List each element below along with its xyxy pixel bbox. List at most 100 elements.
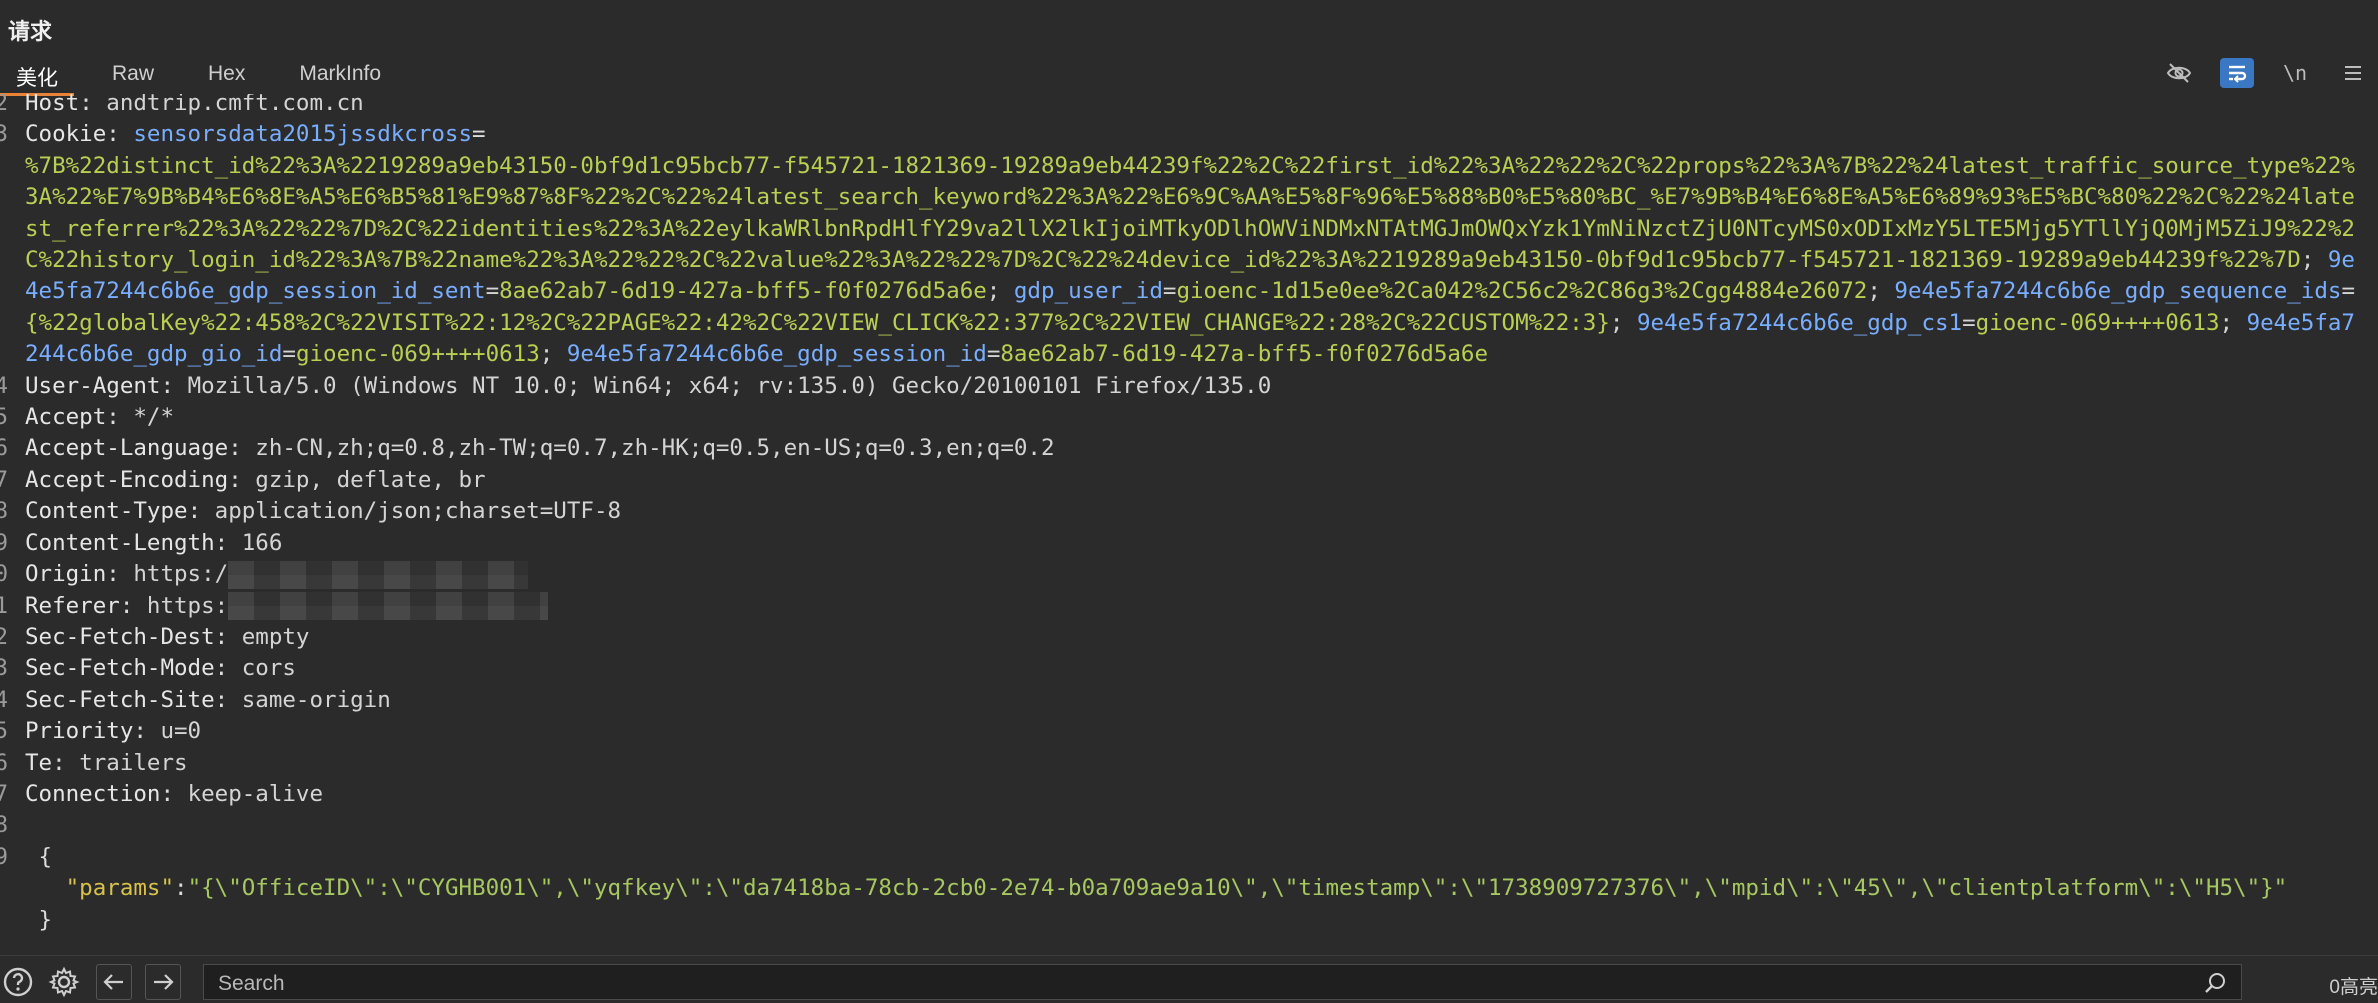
search-input[interactable] <box>216 969 2180 999</box>
header-name: Te <box>25 749 53 776</box>
json-brace-open: { <box>38 843 53 870</box>
wrap-icon[interactable] <box>2220 58 2254 88</box>
menu-icon[interactable] <box>2336 58 2370 88</box>
cookie-value: gioenc-1d15e0ee%2Ca042%2C56c2%2C86g3%2Cg… <box>1176 278 1868 305</box>
header-name: Sec-Fetch-Site <box>25 686 215 713</box>
code-line: 5 Priority: u=0 <box>0 716 2378 747</box>
code-line: "params":"{\"OfficeID\":\"CYGHB001\",\"y… <box>65 875 2288 902</box>
code-line: 2 Host: andtrip.cmft.com.cn <box>0 94 2378 119</box>
line-number: 5 <box>0 718 8 745</box>
header-name: Priority <box>25 718 134 745</box>
line-number: 7 <box>0 466 8 493</box>
cookie-value: gioenc-069++++0613 <box>295 341 540 368</box>
highlight-count: 0高亮 <box>2329 977 2378 998</box>
header-name: Accept <box>25 404 107 431</box>
header-name: Content-Type <box>25 498 188 525</box>
header-name: Referer <box>25 592 120 619</box>
header-value: https: <box>146 592 229 619</box>
newline-icon[interactable]: \n <box>2278 58 2312 88</box>
header-value: */* <box>133 404 175 431</box>
code-line: 7 Connection: keep-alive <box>0 779 2378 810</box>
header-value: empty <box>241 623 310 650</box>
search-bar: 0高亮 <box>0 955 2378 1003</box>
forward-arrow-icon[interactable] <box>145 964 181 1000</box>
header-value: cors <box>241 655 296 682</box>
line-number: 2 <box>0 94 8 116</box>
header-value: 166 <box>241 529 283 556</box>
cookie-value-block: %7B%22distinct_id%22%3A%2219289a9eb43150… <box>25 152 2355 368</box>
header-name: User-Agent <box>25 372 161 399</box>
header-name: Connection <box>25 780 161 807</box>
redacted-region <box>228 592 549 620</box>
json-key: "params" <box>65 875 175 902</box>
cookie-name: 9e4e5fa7244c6b6e_gdp_session_id <box>566 341 987 368</box>
header-value: gzip, deflate, br <box>255 466 486 493</box>
code-line: 6 Accept-Language: zh-CN,zh;q=0.8,zh-TW;… <box>0 433 2378 464</box>
header-name: Accept-Encoding <box>25 466 229 493</box>
line-number: 3 <box>0 655 8 682</box>
cookie-name: 9e4e5fa7244c6b6e_gdp_cs1 <box>1637 309 1963 336</box>
header-value: trailers <box>79 749 188 776</box>
header-value: application/json;charset=UTF-8 <box>214 498 622 525</box>
eye-off-icon[interactable] <box>2162 58 2196 88</box>
code-line: 9 Content-Length: 166 <box>0 528 2378 559</box>
cookie-name: 9e4e5fa7244c6b6e_gdp_sequence_ids <box>1894 278 2342 305</box>
header-value: u=0 <box>160 718 202 745</box>
code-line: 5 Accept: */* <box>0 402 2378 433</box>
search-icon[interactable] <box>2203 971 2227 995</box>
json-value: "{\"OfficeID\":\"CYGHB001\",\"yqfkey\":\… <box>187 875 2288 902</box>
header-value: same-origin <box>241 686 391 713</box>
code-line: 0 Origin: https:/ <box>0 559 2378 590</box>
line-number: 8 <box>0 812 8 839</box>
line-number: 2 <box>0 623 8 650</box>
code-line: 4 User-Agent: Mozilla/5.0 (Windows NT 10… <box>0 371 2378 402</box>
json-brace-close: } <box>38 906 53 933</box>
line-number: 4 <box>0 686 8 713</box>
code-line: 7 Accept-Encoding: gzip, deflate, br <box>0 465 2378 496</box>
header-value: keep-alive <box>187 780 324 807</box>
code-line: 1 Referer: https: <box>0 591 2378 622</box>
cookie-value: 8ae62ab7-6d19-427a-bff5-f0f0276d5a6e <box>1000 341 1489 368</box>
settings-gear-icon[interactable] <box>46 964 82 1000</box>
line-number: 8 <box>0 498 8 525</box>
line-number: 6 <box>0 749 8 776</box>
code-line: 8 <box>0 810 2378 841</box>
search-field[interactable] <box>203 964 2242 1000</box>
tab-markinfo[interactable]: MarkInfo <box>283 56 397 96</box>
request-editor[interactable]: 2 Host: andtrip.cmft.com.cn 3 Cookie: se… <box>0 94 2378 942</box>
code-line: 8 Content-Type: application/json;charset… <box>0 496 2378 527</box>
cookie-name: gdp_user_id <box>1013 278 1163 305</box>
code-line: 6 Te: trailers <box>0 748 2378 779</box>
back-arrow-icon[interactable] <box>96 964 132 1000</box>
view-tabs: 美化 Raw Hex MarkInfo <box>0 56 419 96</box>
tab-hex[interactable]: Hex <box>192 56 261 96</box>
redacted-region <box>228 560 529 589</box>
editor-toolbar: \n <box>2162 56 2370 90</box>
cookie-value: 8ae62ab7-6d19-427a-bff5-f0f0276d5a6e <box>499 278 987 305</box>
line-number: 9 <box>0 529 8 556</box>
help-icon[interactable] <box>0 964 36 1000</box>
tab-pretty[interactable]: 美化 <box>0 56 74 96</box>
code-line: 3 Cookie: sensorsdata2015jssdkcross= <box>0 119 2378 150</box>
code-line: } <box>0 905 2378 936</box>
header-value: zh-CN,zh;q=0.8,zh-TW;q=0.7,zh-HK;q=0.5,e… <box>255 435 1055 462</box>
code-line: 3 Sec-Fetch-Mode: cors <box>0 653 2378 684</box>
tab-raw[interactable]: Raw <box>96 56 170 96</box>
cookie-name: sensorsdata2015jssdkcross <box>133 121 473 148</box>
line-number: 0 <box>0 561 8 588</box>
header-value: andtrip.cmft.com.cn <box>106 94 364 116</box>
header-name: Cookie <box>25 121 107 148</box>
panel-header: 请求 <box>0 0 2378 50</box>
panel-title: 请求 <box>8 19 53 44</box>
header-name: Accept-Language <box>25 435 229 462</box>
cookie-value: {%22globalKey%22:458%2C%22VISIT%22:12%2C… <box>25 309 1610 336</box>
header-name: Sec-Fetch-Dest <box>25 623 215 650</box>
line-number: 5 <box>0 404 8 431</box>
header-value: https:/ <box>133 561 229 588</box>
line-number: 4 <box>0 372 8 399</box>
line-number: 3 <box>0 121 8 148</box>
code-line: 2 Sec-Fetch-Dest: empty <box>0 622 2378 653</box>
line-number: 6 <box>0 435 8 462</box>
line-number: 7 <box>0 780 8 807</box>
code-line: 4 Sec-Fetch-Site: same-origin <box>0 685 2378 716</box>
